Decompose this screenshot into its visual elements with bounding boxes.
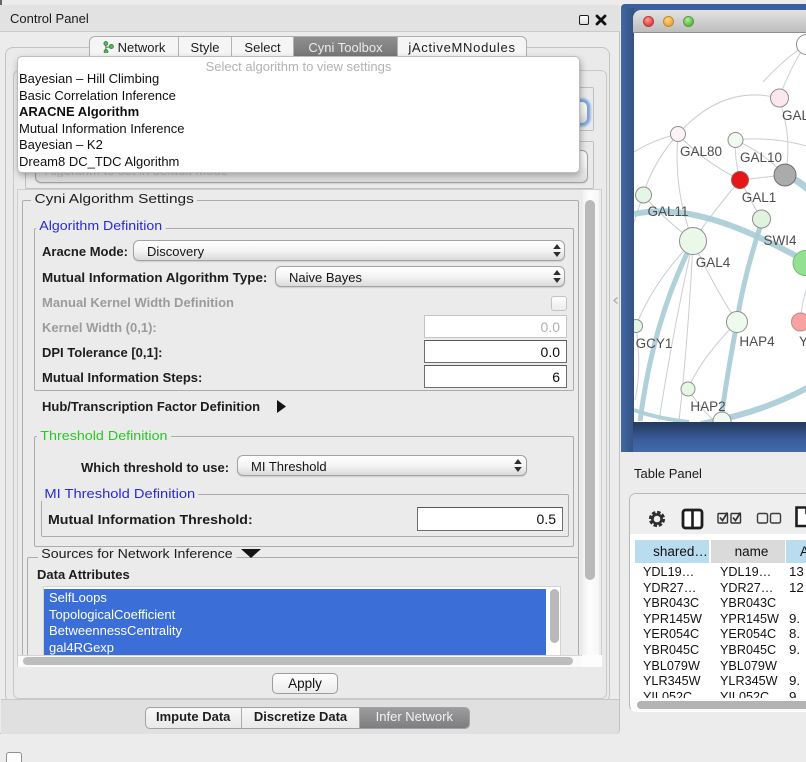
svg-text:GAL4: GAL4: [695, 255, 730, 270]
svg-text:GAL2: GAL2: [782, 108, 806, 123]
svg-text:GCY1: GCY1: [635, 336, 672, 351]
svg-text:HAP4: HAP4: [739, 334, 775, 349]
svg-text:GAL80: GAL80: [679, 144, 721, 159]
svg-text:HAP2: HAP2: [690, 399, 725, 414]
svg-text:GAL1: GAL1: [741, 190, 776, 205]
svg-text:SWI4: SWI4: [763, 233, 796, 248]
svg-text:GAL10: GAL10: [739, 150, 781, 165]
svg-text:YKL2: YKL2: [799, 334, 806, 349]
svg-text:GAL11: GAL11: [647, 204, 688, 219]
